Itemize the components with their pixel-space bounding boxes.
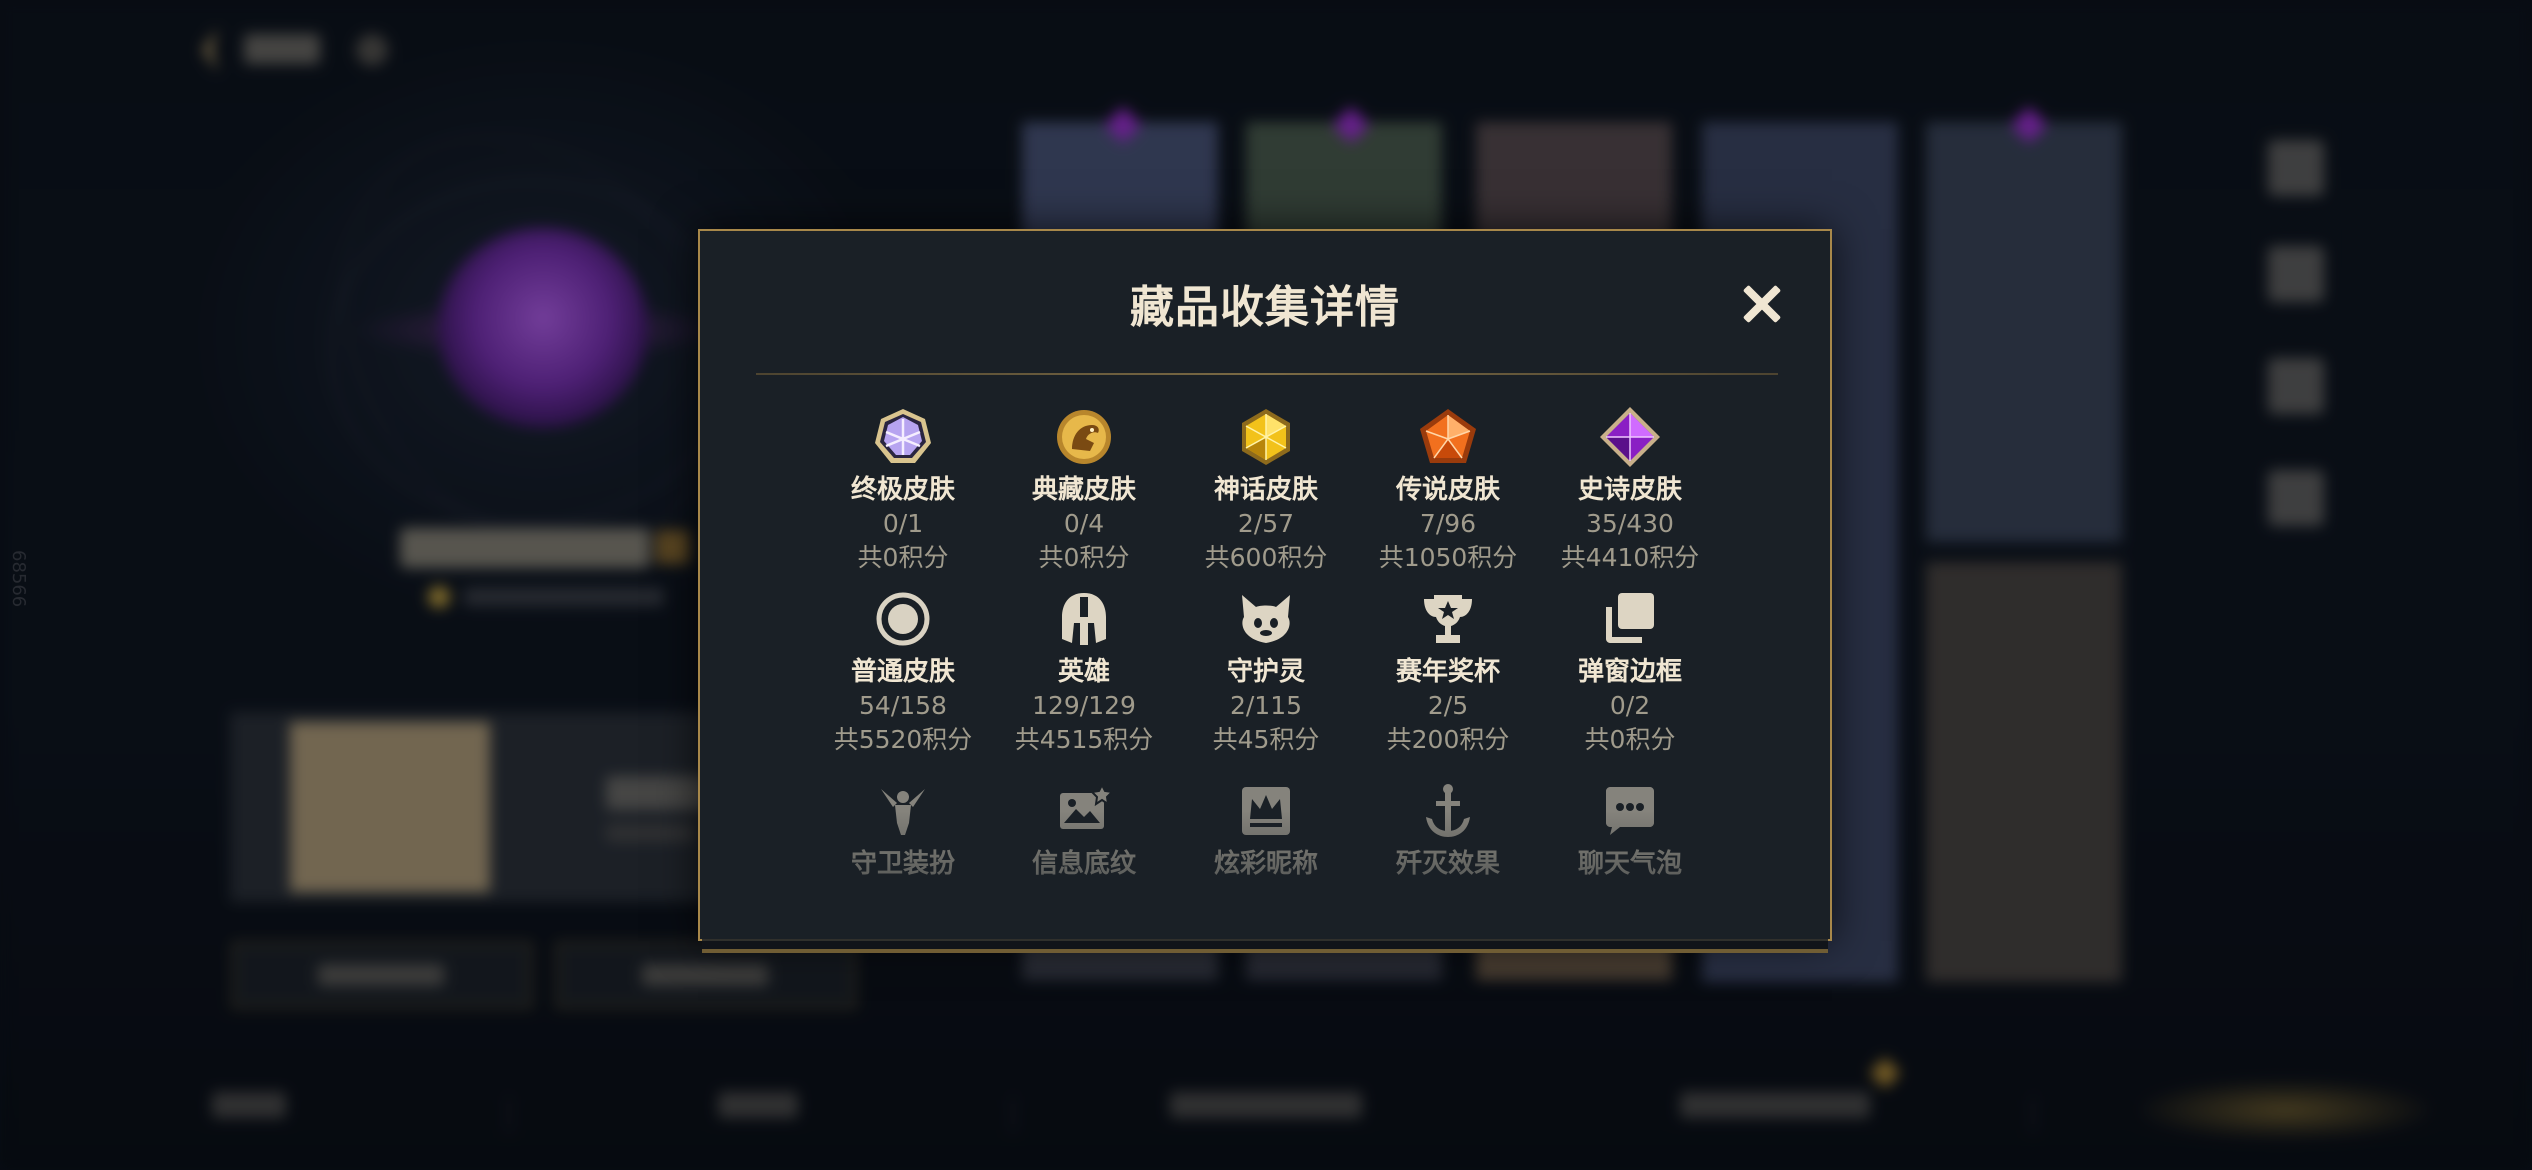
collection-item-ultimate-skin[interactable]: 终极皮肤 0/1 共0积分 (813, 405, 993, 575)
collection-item-colorful-nickname[interactable]: 炫彩昵称 (1176, 779, 1356, 881)
mythic-skin-icon (1234, 405, 1298, 469)
collection-details-dialog: 藏品收集详情 终极皮肤 0/1 共0积分 典藏皮肤 0/4 共0积分 神话皮肤 … (698, 229, 1832, 941)
info-banner-icon (1052, 779, 1116, 843)
collection-item-legendary-skin[interactable]: 传说皮肤 7/96 共1050积分 (1358, 405, 1538, 575)
collection-item-ward[interactable]: 守护灵 2/115 共45积分 (1176, 587, 1356, 757)
collection-item-epic-skin[interactable]: 史诗皮肤 35/430 共4410积分 (1540, 405, 1720, 575)
prestige-skin-icon (1052, 405, 1116, 469)
popup-frame-icon (1598, 587, 1662, 651)
ward-spirit-icon (1234, 587, 1298, 651)
collection-item-ace-effect[interactable]: 歼灭效果 (1358, 779, 1538, 881)
collection-item-standard-skin[interactable]: 普通皮肤 54/158 共5520积分 (813, 587, 993, 757)
colorful-nickname-icon (1234, 779, 1298, 843)
ace-effect-icon (1416, 779, 1480, 843)
collection-item-chat-bubble[interactable]: 聊天气泡 (1540, 779, 1720, 881)
guardian-outfit-icon (871, 779, 935, 843)
legendary-skin-icon (1416, 405, 1480, 469)
trophy-icon (1416, 587, 1480, 651)
collection-item-prestige-skin[interactable]: 典藏皮肤 0/4 共0积分 (994, 405, 1174, 575)
standard-skin-icon (871, 587, 935, 651)
ultimate-skin-icon (871, 405, 935, 469)
collection-item-mythic-skin[interactable]: 神话皮肤 2/57 共600积分 (1176, 405, 1356, 575)
collection-item-champion[interactable]: 英雄 129/129 共4515积分 (994, 587, 1174, 757)
epic-skin-icon (1598, 405, 1662, 469)
collection-item-guardian-outfit[interactable]: 守卫装扮 (813, 779, 993, 881)
chat-bubble-icon (1598, 779, 1662, 843)
collection-item-info-banner[interactable]: 信息底纹 (994, 779, 1174, 881)
collection-item-trophy[interactable]: 赛年奖杯 2/5 共200积分 (1358, 587, 1538, 757)
champion-helmet-icon (1052, 587, 1116, 651)
collection-item-popup-frame[interactable]: 弹窗边框 0/2 共0积分 (1540, 587, 1720, 757)
